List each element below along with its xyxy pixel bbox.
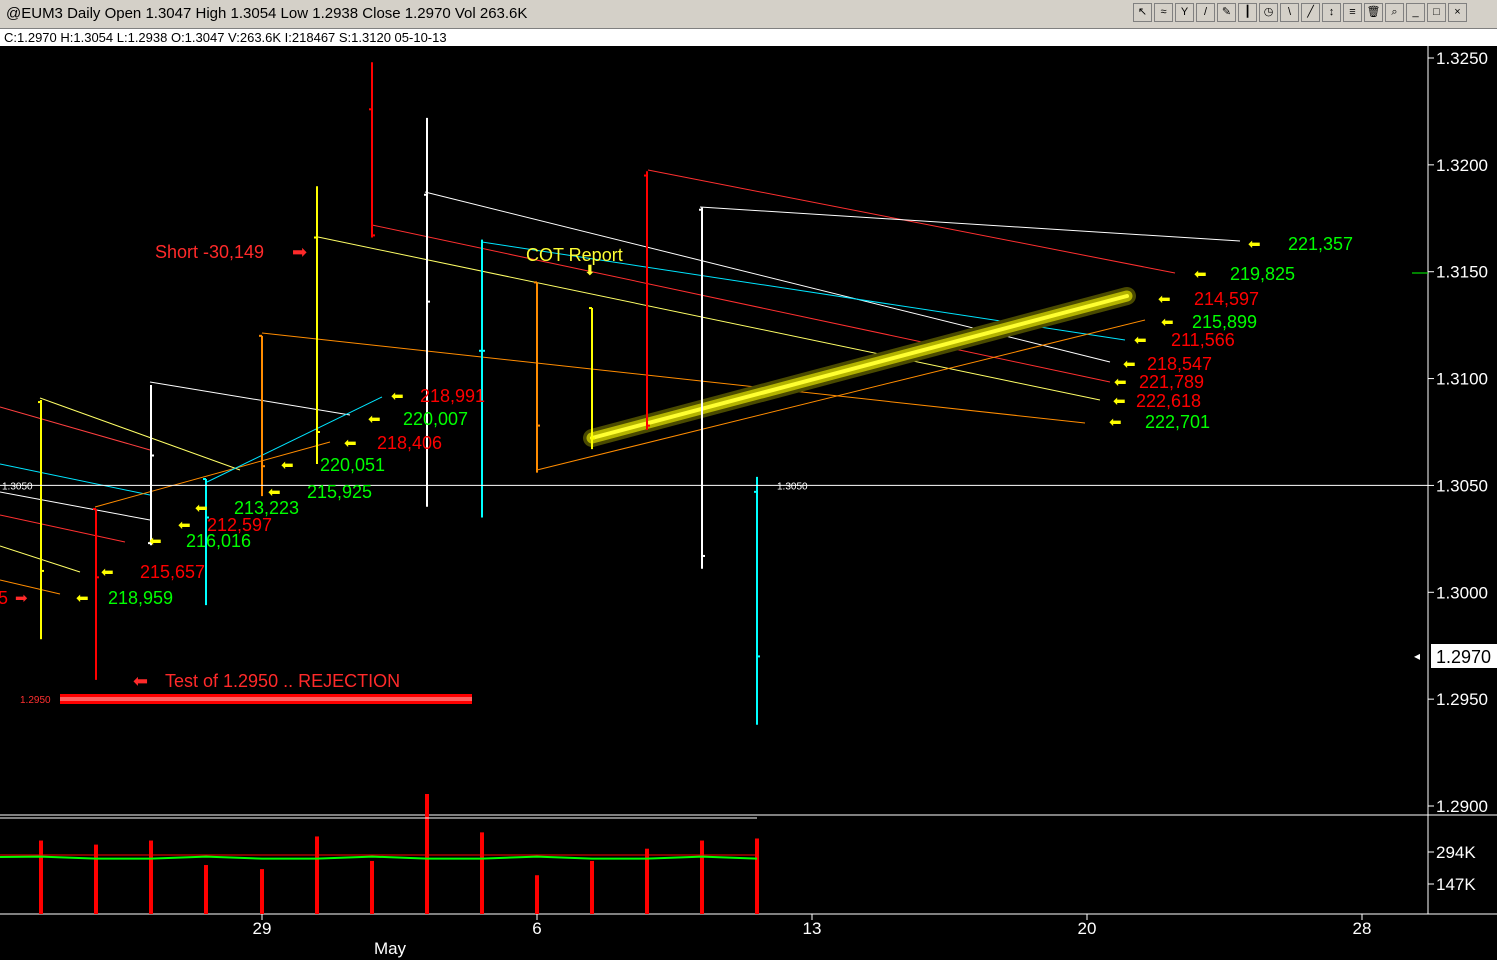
- cot-label: 220,007: [403, 409, 468, 429]
- support-band: 1.2950: [20, 694, 472, 706]
- cot-arrow-icon: ⬅: [1123, 355, 1136, 373]
- cot-label: 218,547: [1147, 354, 1212, 374]
- x-tick-label: 29: [253, 919, 272, 938]
- current-price-label: 1.2970: [1436, 647, 1491, 667]
- current-price-marker: 1.2970 ◂: [1414, 644, 1497, 668]
- cot-arrow-icon: ⬅: [344, 434, 357, 452]
- volume-bar: [39, 840, 43, 914]
- support-band-highlight: [60, 697, 472, 701]
- y-tick-label: 1.3100: [1436, 370, 1488, 389]
- cot-label: 220,051: [320, 455, 385, 475]
- cot-label: 216,016: [186, 531, 251, 551]
- y-tick-label: 1.2900: [1436, 797, 1488, 816]
- volume-panel: 294K 147K: [0, 794, 1476, 914]
- cot-annotation: COT Report: [526, 245, 623, 265]
- volume-bar: [755, 838, 759, 914]
- y-tick-label: 1.3050: [1436, 476, 1488, 495]
- cot-arrow-icon: ⬇: [584, 262, 596, 278]
- short-arrow-icon: ➡: [292, 242, 307, 262]
- short-annotation: Short -30,149: [155, 242, 264, 262]
- x-axis: 29 6 13 20 28 May: [253, 914, 1372, 958]
- cot-arrow-icon: ⬅: [1158, 290, 1171, 308]
- volume-bar: [204, 865, 208, 914]
- cot-arrow-icon: ⬅: [1134, 331, 1147, 349]
- current-price-arrow-icon: ◂: [1414, 649, 1420, 663]
- volume-bar: [480, 832, 484, 914]
- y-tick-label: 1.3150: [1436, 263, 1488, 282]
- y-axis: 1.3250 1.3200 1.3150 1.3100 1.3050 1.3000 1.29…: [1428, 49, 1488, 816]
- level-line-label-left: 1.3050: [2, 481, 33, 492]
- cot-label: 5: [0, 588, 8, 608]
- glow-trendline: [583, 287, 1136, 447]
- y-tick-label: 1.3250: [1436, 49, 1488, 68]
- horizontal-lines: 1.3050 1.3050: [0, 481, 1428, 492]
- volume-bar: [425, 794, 429, 914]
- cot-arrow-icon: ⬅: [1113, 392, 1126, 410]
- volume-bar: [260, 869, 264, 914]
- cot-arrow-icon: ⬅: [1194, 265, 1207, 283]
- volume-bar: [535, 875, 539, 914]
- cot-arrow-icon: ⬅: [391, 387, 404, 405]
- cot-label: 218,991: [420, 386, 485, 406]
- cot-arrow-icon: ⬅: [101, 563, 114, 581]
- cot-label: 219,825: [1230, 264, 1295, 284]
- cot-arrow-icon: ⬅: [1114, 373, 1127, 391]
- level-line-label-right: 1.3050: [777, 481, 808, 492]
- cot-label: 218,406: [377, 433, 442, 453]
- rejection-annotation: Test of 1.2950 .. REJECTION: [165, 671, 400, 691]
- x-tick-label: 6: [532, 919, 541, 938]
- volume-bar: [149, 840, 153, 914]
- volume-bar: [590, 860, 594, 914]
- cot-arrow-icon: ⬅: [281, 456, 294, 474]
- volume-tick-label: 294K: [1436, 843, 1476, 862]
- cot-label: 222,618: [1136, 391, 1201, 411]
- cot-label: 221,357: [1288, 234, 1353, 254]
- cot-arrow-icon: ⬅: [195, 499, 208, 517]
- cot-arrow-icon: ⬅: [1109, 413, 1122, 431]
- volume-bar: [700, 840, 704, 914]
- support-band-label: 1.2950: [20, 695, 51, 706]
- cot-label: 215,657: [140, 562, 205, 582]
- cot-label: 222,701: [1145, 412, 1210, 432]
- cot-arrow-icon: ⬅: [1248, 235, 1261, 253]
- volume-bar: [315, 836, 319, 914]
- cot-label: 214,597: [1194, 289, 1259, 309]
- y-tick-label: 1.2950: [1436, 690, 1488, 709]
- y-tick-label: 1.3200: [1436, 156, 1488, 175]
- volume-ma-line: [0, 855, 758, 860]
- x-tick-label: 20: [1078, 919, 1097, 938]
- y-tick-label: 1.3000: [1436, 583, 1488, 602]
- x-tick-label: 13: [803, 919, 822, 938]
- cot-label: 211,566: [1171, 330, 1235, 350]
- x-month-label: May: [374, 939, 407, 958]
- volume-bar: [370, 860, 374, 914]
- cot-arrow-icon: ⬅: [76, 589, 89, 607]
- cot-arrow-icon: ⬅: [1161, 313, 1174, 331]
- cot-label: 218,959: [108, 588, 173, 608]
- cot-arrow-icon: ⬅: [149, 532, 162, 550]
- cot-label: 215,899: [1192, 312, 1257, 332]
- rejection-arrow-icon: ⬅: [133, 671, 148, 691]
- volume-tick-label: 147K: [1436, 875, 1476, 894]
- x-tick-label: 28: [1353, 919, 1372, 938]
- price-chart[interactable]: 1.3050 1.3050 1.32501.32001.31501.31001.3…: [0, 0, 1497, 960]
- cot-label: 221,789: [1139, 372, 1204, 392]
- cot-arrow-icon: ⬅: [368, 410, 381, 428]
- cot-arrow-icon: ➡: [15, 589, 28, 607]
- cot-label: 215,925: [307, 482, 372, 502]
